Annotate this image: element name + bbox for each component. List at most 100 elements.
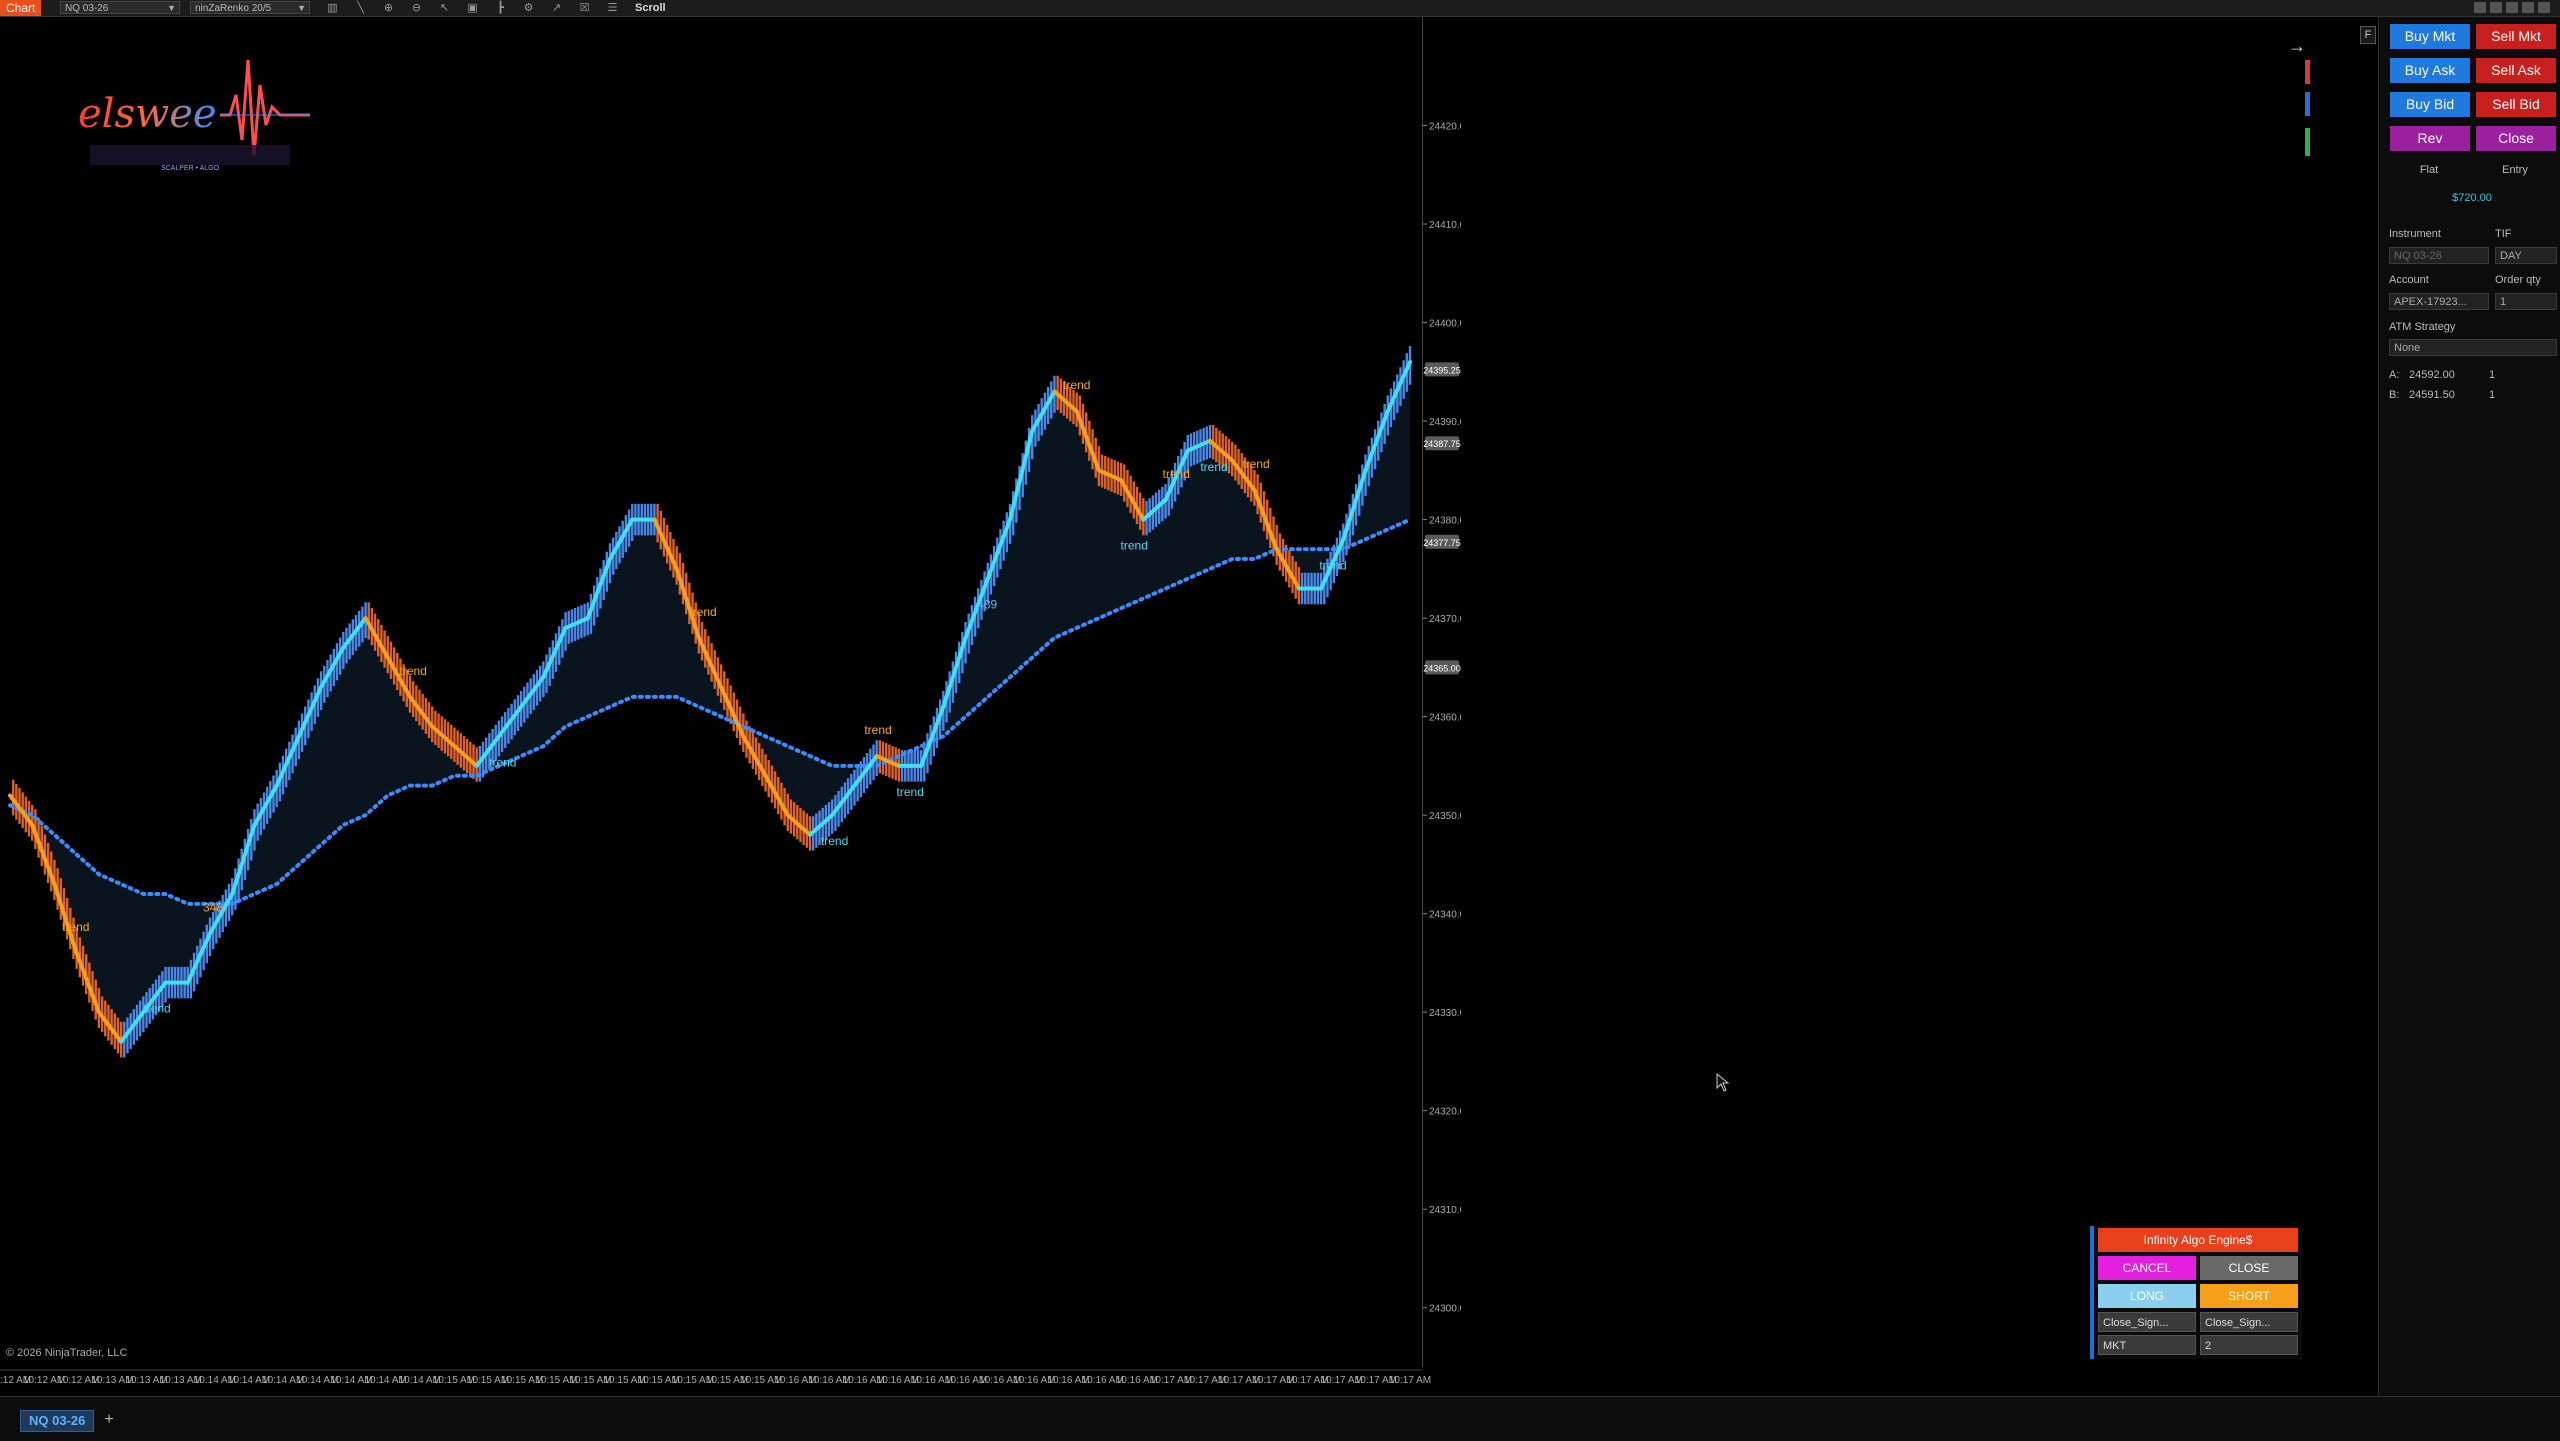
order-qty-field[interactable]: 1 xyxy=(2495,293,2557,310)
price-tag-label: 24395.25 xyxy=(1423,365,1461,375)
annotation-label: trend xyxy=(689,605,716,619)
drawing-tools-icon[interactable]: ↗ xyxy=(550,2,563,14)
y-tick-label: 24350.00 xyxy=(1429,811,1461,822)
y-tick-label: 24300.00 xyxy=(1429,1304,1461,1315)
annotation-label: trend xyxy=(1242,457,1269,471)
mouse-cursor-icon xyxy=(1716,1072,1730,1096)
y-tick-label: 24370.00 xyxy=(1429,614,1461,625)
bid-label: B: xyxy=(2389,389,2400,401)
zoom-out-icon[interactable]: ⊖ xyxy=(410,2,423,14)
algo-cancel-button[interactable]: CANCEL xyxy=(2098,1256,2196,1280)
annotation-label: trend xyxy=(62,920,89,934)
zoom-in-icon[interactable]: ⊕ xyxy=(382,2,395,14)
instrument-field-value: NQ 03-26 xyxy=(2394,250,2442,262)
minimize-icon[interactable] xyxy=(2506,2,2518,13)
tif-select-value: DAY xyxy=(2500,250,2522,262)
annotation-label: 489 xyxy=(977,598,997,612)
annotation-label: trend xyxy=(1163,467,1190,481)
algo-title: Infinity Algo Engine$ xyxy=(2098,1228,2298,1252)
entry-label: Entry xyxy=(2502,164,2528,176)
logo-subtitle: SCALPER • ALGO xyxy=(161,165,220,172)
chart-trader-toggle[interactable]: F xyxy=(2360,26,2376,44)
bid-price: 24591.50 xyxy=(2409,389,2455,401)
chart-tab[interactable]: Chart xyxy=(0,0,42,16)
ema-line xyxy=(8,517,1412,906)
algo-short-button[interactable]: SHORT xyxy=(2200,1284,2298,1308)
annotation-label: trend xyxy=(1121,539,1148,553)
sell-ask-button[interactable]: Sell Ask xyxy=(2475,57,2557,84)
annotation-label: trend xyxy=(1063,378,1090,392)
y-tick-label: 24420.00 xyxy=(1429,122,1461,133)
properties-icon[interactable]: ☒ xyxy=(578,2,591,14)
y-tick-label: 24410.00 xyxy=(1429,220,1461,231)
account-select-value: APEX-17923... xyxy=(2394,296,2467,308)
elswee-logo: elswee SCALPER • ALGO xyxy=(70,45,330,188)
account-select[interactable]: APEX-17923... xyxy=(2389,293,2489,310)
bar-type-selector[interactable]: ninZaRenko 20/5 ▼ xyxy=(190,1,310,14)
y-tick-label: 24340.00 xyxy=(1429,910,1461,921)
instrument-field[interactable]: NQ 03-26 xyxy=(2389,247,2489,264)
price-axis[interactable]: 24420.00 24410.00 24400.00 24390.00 24380.00… xyxy=(1422,17,1461,1367)
indicators-icon[interactable]: ┣ xyxy=(494,2,507,14)
annotation-label: trend xyxy=(400,664,427,678)
scroll-toggle[interactable]: Scroll xyxy=(635,0,666,16)
bid-qty: 1 xyxy=(2489,389,2496,401)
sell-bid-button[interactable]: Sell Bid xyxy=(2475,91,2557,118)
ask-price: 24592.00 xyxy=(2409,369,2455,381)
annotation-label: trend xyxy=(864,723,891,737)
algo-qty-field[interactable]: 2 xyxy=(2200,1335,2298,1355)
draw-line-icon[interactable]: ╲ xyxy=(354,2,367,14)
atm-strategy-select[interactable]: None xyxy=(2389,339,2557,356)
algo-close-button[interactable]: CLOSE xyxy=(2200,1256,2298,1280)
buy-ask-button[interactable]: Buy Ask xyxy=(2389,57,2471,84)
sell-mkt-button[interactable]: Sell Mkt xyxy=(2475,23,2557,50)
strategies-icon[interactable]: ⚙ xyxy=(522,2,535,14)
position-indicator-green xyxy=(2305,128,2310,156)
chart-toolbar: Chart NQ 03-26 ▼ ninZaRenko 20/5 ▼ ▥ ╲ ⊕… xyxy=(0,0,2560,17)
bar-type-value: ninZaRenko 20/5 xyxy=(195,3,272,14)
y-tick-label: 24360.00 xyxy=(1429,713,1461,724)
close-icon[interactable] xyxy=(2538,2,2550,13)
order-qty-value: 1 xyxy=(2500,296,2507,308)
algo-qty-value: 2 xyxy=(2205,1340,2212,1352)
algo-order-type-value: MKT xyxy=(2103,1340,2127,1352)
buy-bid-button[interactable]: Buy Bid xyxy=(2389,91,2471,118)
reverse-button[interactable]: Rev xyxy=(2389,125,2471,152)
close-position-button[interactable]: Close xyxy=(2475,125,2557,152)
list-icon[interactable]: ☰ xyxy=(606,2,619,14)
snapshot-icon[interactable]: ▣ xyxy=(466,2,479,14)
price-tag-label: 24365.00 xyxy=(1423,663,1461,673)
chevron-down-icon: ▼ xyxy=(297,3,306,13)
time-axis[interactable]: 10:12 AM10:12 AM10:12 AM10:13 AM10:13 AM… xyxy=(0,1369,2560,1389)
algo-long-signal-select[interactable]: Close_Sign... xyxy=(2098,1312,2196,1332)
algo-long-button[interactable]: LONG xyxy=(2098,1284,2196,1308)
annotation-label: trend xyxy=(143,1002,170,1016)
annotation-label: trend xyxy=(1200,460,1227,474)
algo-long-signal-value: Close_Sign... xyxy=(2103,1317,2169,1329)
price-chart[interactable]: trend trend trend trend trend trend trend trend… xyxy=(0,17,1422,1367)
price-tag-label: 24387.75 xyxy=(1423,439,1461,449)
algo-engine-panel: Infinity Algo Engine$ CANCEL CLOSE LONG … xyxy=(2090,1226,2302,1359)
y-tick-label: 24400.00 xyxy=(1429,319,1461,330)
account-label: Account xyxy=(2389,274,2429,286)
window-button-2[interactable] xyxy=(2490,2,2502,13)
buy-mkt-button[interactable]: Buy Mkt xyxy=(2389,23,2471,50)
chevron-down-icon: ▼ xyxy=(167,3,176,13)
window-button-1[interactable] xyxy=(2474,2,2486,13)
add-tab-button[interactable]: + xyxy=(100,1410,118,1430)
maximize-icon[interactable] xyxy=(2522,2,2534,13)
instrument-selector[interactable]: NQ 03-26 ▼ xyxy=(60,1,180,14)
pointer-icon[interactable]: ↖ xyxy=(438,2,451,14)
bar-style-icon[interactable]: ▥ xyxy=(326,2,339,14)
y-tick-label: 24330.00 xyxy=(1429,1008,1461,1019)
position-indicator-blue xyxy=(2305,92,2310,116)
instrument-tab[interactable]: NQ 03-26 xyxy=(20,1410,95,1432)
tif-select[interactable]: DAY xyxy=(2495,247,2557,264)
algo-short-signal-select[interactable]: Close_Sign... xyxy=(2200,1312,2298,1332)
arrow-right-icon[interactable]: → xyxy=(2288,36,2306,57)
order-qty-label: Order qty xyxy=(2495,274,2541,286)
y-tick-label: 24380.00 xyxy=(1429,516,1461,527)
algo-order-type-select[interactable]: MKT xyxy=(2098,1335,2196,1355)
flat-label: Flat xyxy=(2419,164,2439,176)
logo-text: elswee xyxy=(78,91,217,137)
